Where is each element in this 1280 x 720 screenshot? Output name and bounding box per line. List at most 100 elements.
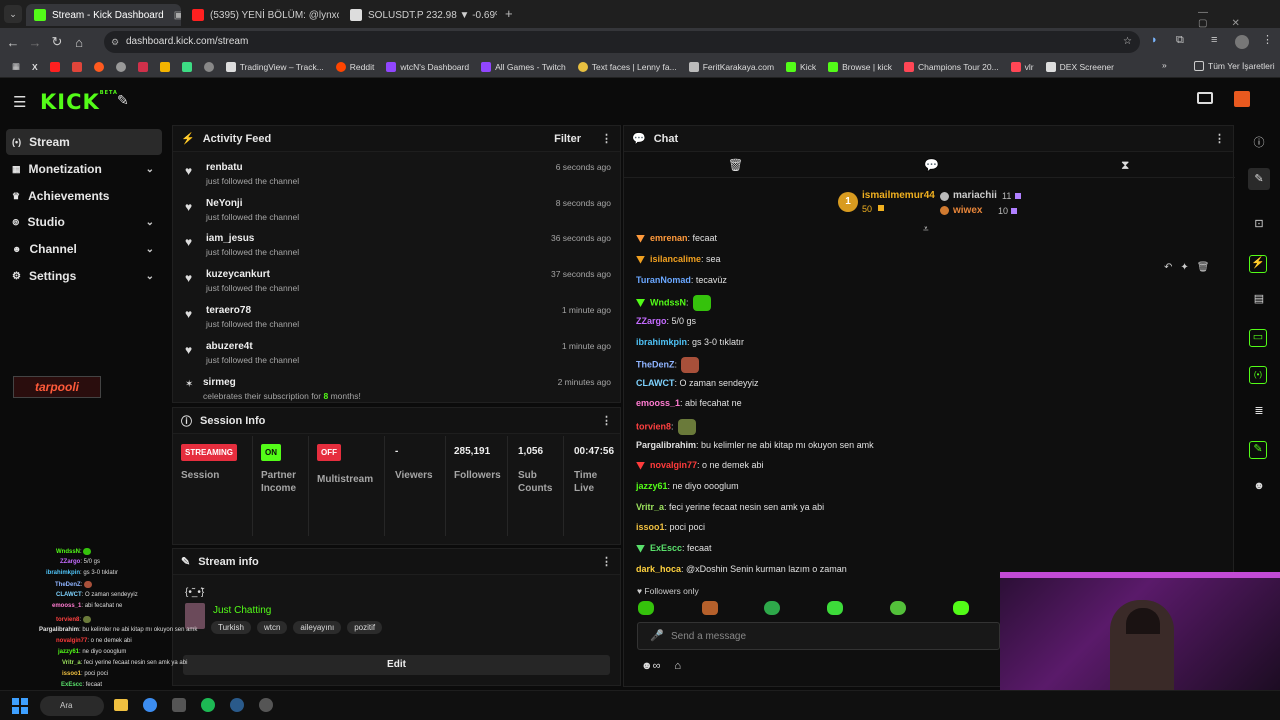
multistream-off-badge[interactable]: OFF — [317, 444, 341, 461]
sidebar-item-monetization[interactable]: ▦ Monetization ⌄ — [6, 156, 162, 182]
tag-chip[interactable]: pozitif — [347, 621, 383, 634]
chat-message[interactable]: issoo1: poci poci — [636, 522, 705, 532]
chat-bubble-icon[interactable]: ▭ — [1249, 329, 1267, 347]
chat-username[interactable]: jazzy61 — [636, 481, 668, 491]
sidebar-item-channel[interactable]: ☻ Channel ⌄ — [6, 236, 162, 262]
emote-picker-icon[interactable]: ☻∞ — [641, 660, 660, 672]
chat-message[interactable]: emrenan: fecaat — [636, 233, 717, 243]
users-icon[interactable]: ☻ — [1250, 480, 1268, 498]
reload-icon[interactable]: ↻ — [46, 34, 68, 50]
emote-icon[interactable] — [764, 601, 780, 615]
chat-username[interactable]: emooss_1 — [636, 398, 680, 408]
extensions-puzzle-icon[interactable]: ⧉ — [1176, 34, 1184, 47]
new-tab-button[interactable]: + — [505, 6, 513, 21]
theater-mode-icon[interactable] — [1197, 92, 1213, 104]
app-icon[interactable] — [172, 698, 186, 712]
chat-message[interactable]: emooss_1: abi fecahat ne — [636, 398, 742, 408]
bookmarks-overflow-icon[interactable]: » — [1162, 60, 1167, 70]
more-options-icon[interactable]: ⋮ — [601, 132, 612, 145]
chat-message[interactable]: torvien8: — [636, 419, 696, 435]
chat-username[interactable]: isilancalime — [650, 254, 701, 264]
chat-input[interactable]: 🎤 Send a message — [637, 622, 1000, 650]
wrench-icon[interactable]: ✎ — [1249, 441, 1267, 459]
pin-icon[interactable]: ✦ — [1180, 262, 1188, 273]
chat-message[interactable]: isilancalime: sea — [636, 254, 721, 264]
more-options-icon[interactable]: ⋮ — [601, 555, 612, 568]
sidebar-item-stream[interactable]: (•) Stream — [6, 129, 162, 155]
bookmark-dex[interactable]: DEX Screener — [1040, 61, 1120, 72]
edit-button[interactable]: Edit — [183, 655, 610, 675]
address-bar[interactable]: ⚙ dashboard.kick.com/stream ☆ — [104, 31, 1140, 53]
chat-message[interactable]: Vritr_a: feci yerine fecaat nesin sen am… — [636, 502, 824, 512]
undo-icon[interactable]: ↶ — [1164, 262, 1172, 273]
collapse-leaderboard-icon[interactable]: ⩡ — [923, 224, 929, 235]
chat-message[interactable]: TheDenZ: — [636, 357, 700, 373]
info-icon[interactable]: ⓘ — [1250, 134, 1268, 152]
edit-pencil-icon[interactable]: ✎ — [1248, 168, 1270, 190]
all-bookmarks-folder[interactable]: Tüm Yer İşaretleri — [1188, 61, 1280, 71]
chat-message[interactable]: TuranNomad: tecavüz — [636, 275, 727, 285]
chat-username[interactable]: WndssN — [650, 297, 686, 307]
partner-on-badge[interactable]: ON — [261, 444, 281, 461]
emote-icon[interactable] — [953, 601, 969, 615]
bookmark-gmail-icon[interactable] — [66, 61, 88, 72]
back-icon[interactable]: ← — [2, 35, 24, 50]
profile-avatar[interactable] — [1235, 35, 1249, 49]
site-info-icon[interactable]: ⚙ — [111, 31, 119, 53]
quick-action-icon[interactable]: ✎ — [117, 92, 129, 109]
chat-username[interactable]: ExEscc — [650, 543, 682, 553]
chat-username[interactable]: ibrahimkpin — [636, 337, 687, 347]
file-explorer-icon[interactable] — [114, 699, 128, 711]
leader-name[interactable]: mariachii — [953, 190, 997, 201]
chat-message[interactable]: novalgin77: o ne demek abi — [636, 460, 764, 470]
home-icon[interactable]: ⌂ — [68, 35, 90, 50]
more-options-icon[interactable]: ⋮ — [601, 414, 612, 427]
broadcast-icon[interactable]: (•) — [1249, 366, 1267, 384]
bookmark-browse-kick[interactable]: Browse | kick — [822, 61, 898, 72]
taskbar-search[interactable]: Ara — [40, 696, 104, 716]
bookmark-wtcn[interactable]: wtcN's Dashboard — [380, 61, 475, 72]
emote-icon[interactable] — [638, 601, 654, 615]
bookmark-youtube-icon[interactable] — [44, 61, 66, 72]
chat-username[interactable]: Vritr_a — [636, 502, 664, 512]
emote-icon[interactable] — [890, 601, 906, 615]
bookmark-g-icon[interactable] — [154, 61, 176, 72]
browser-menu-icon[interactable]: ⋮ — [1262, 33, 1273, 46]
trash-tab-icon[interactable]: 🗑 — [728, 158, 743, 172]
tag-chip[interactable]: wtcn — [256, 621, 288, 634]
kick-logo[interactable]: KICKBETA — [40, 90, 118, 114]
chat-message[interactable]: Pargalibrahim: bu kelimler ne abi kitap … — [636, 440, 874, 450]
bookmark-champions[interactable]: Champions Tour 20... — [898, 61, 1005, 72]
microphone-icon[interactable]: 🎤 — [650, 629, 664, 642]
bookmark-y-icon[interactable] — [132, 61, 154, 72]
bookmark-ferit[interactable]: FeritKarakaya.com — [683, 61, 780, 72]
chat-username[interactable]: ZZargo — [636, 316, 667, 326]
bookmark-star-icon[interactable]: ☆ — [1123, 31, 1132, 53]
obs-icon[interactable] — [259, 698, 273, 712]
bookmark-kick[interactable]: Kick — [780, 61, 822, 72]
bookmark-globe-icon[interactable] — [198, 61, 220, 72]
steam-icon[interactable] — [230, 698, 244, 712]
bookmark-vlr[interactable]: vlr — [1005, 61, 1040, 72]
bookmark-web-icon[interactable] — [110, 61, 132, 72]
chat-username[interactable]: issoo1 — [636, 522, 665, 532]
tab-tradingview[interactable]: SOLUSDT.P 232.98 ▼ -0.69% U ✕ — [342, 4, 497, 26]
channel-avatar[interactable] — [1234, 91, 1250, 107]
sidebar-item-achievements[interactable]: ♛ Achievements — [6, 183, 162, 209]
hamburger-menu-icon[interactable]: ☰ — [13, 93, 26, 111]
leader-name[interactable]: ismailmemur44 — [862, 190, 935, 201]
chat-username[interactable]: Pargalibrahim — [636, 440, 696, 450]
tag-chip[interactable]: Turkish — [211, 621, 251, 634]
media-control-icon[interactable]: ≡ — [1211, 34, 1217, 46]
delete-icon[interactable]: 🗑 — [1197, 262, 1210, 273]
more-options-icon[interactable]: ⋮ — [1214, 132, 1225, 145]
apps-grid-icon[interactable]: ▦ — [6, 61, 26, 72]
emote-icon[interactable] — [827, 601, 843, 615]
chat-username[interactable]: dark_hoca — [636, 564, 681, 574]
tag-chip[interactable]: aileyayını — [293, 621, 342, 634]
windows-start-icon[interactable] — [12, 698, 28, 714]
timer-tab-icon[interactable]: ⧗ — [1121, 158, 1129, 173]
bookmark-android-icon[interactable] — [176, 61, 198, 72]
chat-username[interactable]: emrenan — [650, 233, 688, 243]
category-link[interactable]: Just Chatting — [213, 605, 271, 616]
